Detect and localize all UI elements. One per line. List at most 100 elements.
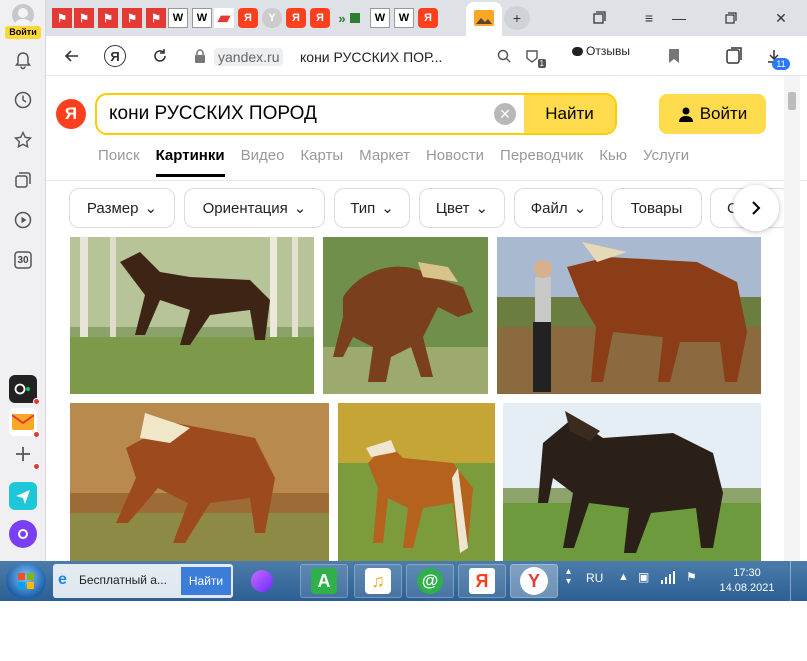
alice-icon[interactable]	[9, 520, 37, 548]
service-tab-active[interactable]: Картинки	[155, 147, 225, 177]
tab-yandex-browser-icon[interactable]: Y	[262, 8, 282, 28]
tray-device-icon[interactable]: ▣	[638, 570, 649, 584]
search-box: ✕ Найти	[95, 93, 617, 135]
image-result[interactable]	[497, 237, 761, 394]
yandex-home-icon[interactable]: Я	[104, 45, 126, 67]
taskbar-music-icon[interactable]: ♫	[354, 564, 402, 598]
tab-count-badge: 1	[537, 59, 546, 68]
taskbar-scroll-arrows[interactable]: ▴ ▾	[566, 567, 571, 587]
profile-login[interactable]: Войти	[5, 4, 41, 39]
tab-yandex-icon[interactable]: Я	[286, 8, 306, 28]
protect-icon[interactable]: 1	[520, 44, 546, 68]
service-tab[interactable]: Новости	[426, 147, 484, 177]
taskbar-find-button[interactable]: Найти	[181, 567, 231, 595]
tab-yandex-icon[interactable]: Я	[238, 8, 258, 28]
history-clock-icon[interactable]	[11, 88, 35, 112]
tab-wikipedia-icon[interactable]: W	[370, 8, 390, 28]
tab-overflow-icon[interactable]: »	[332, 8, 352, 28]
image-result[interactable]	[338, 403, 495, 561]
tab-wikipedia-icon[interactable]: W	[168, 8, 188, 28]
tab-red-bookmark-icon[interactable]: ▰	[214, 8, 234, 28]
extensions-icon[interactable]	[722, 44, 746, 68]
yandex-logo[interactable]: Я	[56, 99, 86, 129]
video-play-icon[interactable]	[11, 208, 35, 232]
tab-pdf-icon[interactable]: ⚑	[52, 8, 72, 28]
alice-taskbar-icon[interactable]	[238, 564, 286, 598]
tab-yandex-icon[interactable]: Я	[310, 8, 330, 28]
messenger-icon[interactable]	[9, 482, 37, 510]
scrollbar-thumb[interactable]	[788, 92, 796, 110]
service-tab[interactable]: Кью	[599, 147, 627, 177]
taskbar-yandex-browser-icon[interactable]: Y	[510, 564, 558, 598]
zoom-search-icon[interactable]	[492, 44, 516, 68]
image-result[interactable]	[503, 403, 761, 561]
services-nav: Поиск Картинки Видео Карты Маркет Новост…	[98, 147, 705, 177]
language-indicator[interactable]: RU	[586, 571, 603, 585]
taskbar-app-green-a-icon[interactable]: A	[300, 564, 348, 598]
tab-media-icon[interactable]	[350, 13, 360, 23]
action-center-flag-icon[interactable]: ⚑	[686, 570, 697, 584]
clear-search-icon[interactable]: ✕	[494, 103, 516, 125]
collections-icon[interactable]	[11, 168, 35, 192]
images-icon	[474, 10, 494, 26]
image-result[interactable]	[323, 237, 488, 394]
filter-goods[interactable]: Товары	[611, 188, 702, 228]
search-input[interactable]	[109, 102, 489, 126]
filter-size[interactable]: Размер ⌄	[69, 188, 175, 228]
filter-color[interactable]: Цвет ⌄	[419, 188, 505, 228]
image-result[interactable]	[70, 403, 329, 561]
restore-icon[interactable]	[718, 6, 744, 30]
counter-30-icon[interactable]: 30	[11, 248, 35, 272]
filters-next-button[interactable]	[733, 185, 779, 231]
login-button[interactable]: Войти	[659, 94, 766, 134]
tab-wikipedia-icon[interactable]: W	[394, 8, 414, 28]
menu-icon[interactable]: ≡	[636, 6, 662, 30]
filter-type[interactable]: Тип ⌄	[334, 188, 410, 228]
tab-pdf-icon[interactable]: ⚑	[74, 8, 94, 28]
tab-active-images[interactable]	[466, 2, 502, 36]
back-button[interactable]	[60, 44, 84, 68]
bell-icon[interactable]	[11, 48, 35, 72]
url-page-title: кони РУССКИХ ПОР...	[300, 49, 443, 65]
filter-file[interactable]: Файл ⌄	[514, 188, 603, 228]
service-tab[interactable]: Поиск	[98, 147, 140, 177]
service-tab[interactable]: Маркет	[359, 147, 410, 177]
find-button[interactable]: Найти	[524, 95, 615, 133]
taskbar-ie-window[interactable]: e Бесплатный а... Найти	[53, 564, 233, 598]
blank-area	[0, 601, 807, 661]
page-scrollbar[interactable]	[784, 76, 800, 561]
tab-yandex-icon[interactable]: Я	[418, 8, 438, 28]
network-signal-icon[interactable]	[660, 570, 676, 589]
taskbar-yandex-icon[interactable]: Я	[458, 564, 506, 598]
service-tab[interactable]: Переводчик	[500, 147, 583, 177]
taskbar-clock[interactable]: 17:30 14.08.2021	[714, 566, 780, 596]
reviews-button[interactable]: Отзывы	[572, 44, 630, 58]
tab-wikipedia-icon[interactable]: W	[192, 8, 212, 28]
taskbar-at-icon[interactable]: @	[406, 564, 454, 598]
tab-pdf-icon[interactable]: ⚑	[146, 8, 166, 28]
camera-app-icon[interactable]	[9, 375, 40, 405]
minimize-icon[interactable]: —	[666, 6, 692, 30]
add-app-icon[interactable]	[9, 440, 40, 470]
counter-label: 30	[17, 254, 29, 266]
image-result[interactable]	[70, 237, 314, 394]
tab-manager-icon[interactable]	[586, 6, 612, 30]
bookmark-flag-icon[interactable]	[662, 44, 686, 68]
service-tab[interactable]: Видео	[241, 147, 285, 177]
reload-icon[interactable]	[148, 44, 172, 68]
new-tab-button[interactable]: +	[504, 6, 530, 30]
tab-pdf-icon[interactable]: ⚑	[122, 8, 142, 28]
star-bookmarks-icon[interactable]	[11, 128, 35, 152]
tab-pdf-icon[interactable]: ⚑	[98, 8, 118, 28]
tray-expand-icon[interactable]: ▲	[618, 571, 629, 583]
close-icon[interactable]: ✕	[768, 6, 794, 30]
filter-orientation[interactable]: Ориентация ⌄	[184, 188, 325, 228]
mail-app-icon[interactable]	[9, 408, 40, 438]
show-desktop-button[interactable]	[790, 561, 800, 601]
filter-label: Тип	[350, 199, 376, 217]
service-tab[interactable]: Карты	[300, 147, 343, 177]
login-badge[interactable]: Войти	[5, 26, 41, 39]
downloads-badge: 11	[772, 58, 790, 70]
start-button[interactable]	[6, 563, 46, 599]
service-tab[interactable]: Услуги	[643, 147, 689, 177]
